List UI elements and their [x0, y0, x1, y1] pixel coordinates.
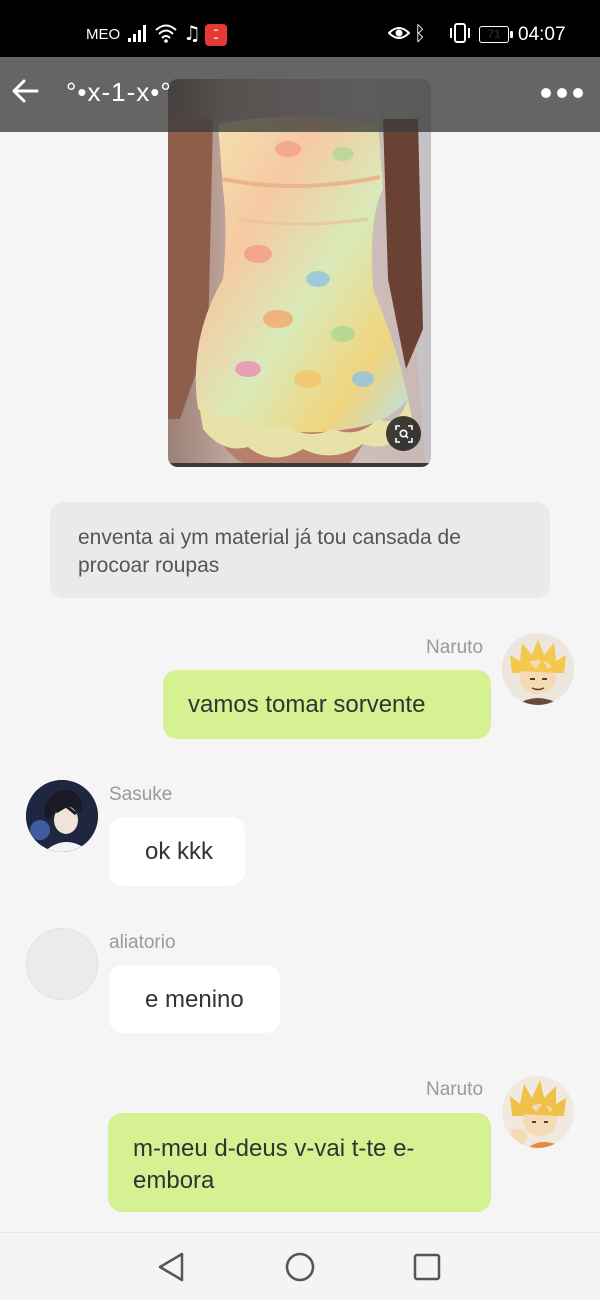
back-triangle-icon[interactable]: [157, 1251, 185, 1283]
sender-name[interactable]: aliatorio: [109, 932, 176, 954]
message-bubble-incoming[interactable]: ok kkk: [109, 817, 245, 886]
vibrate-icon: [450, 23, 470, 43]
message-bubble-outgoing[interactable]: m-meu d-deus v-vai t-te e-embora: [108, 1113, 491, 1212]
status-bar: MEO ♫ ▪▪ ▪▪ ᛒ 71 04:07: [0, 0, 600, 57]
message-bubble-outgoing[interactable]: vamos tomar sorvente: [163, 670, 491, 739]
chat-header: °•x-1-x•°: [0, 57, 600, 132]
sender-name[interactable]: Naruto: [426, 637, 483, 659]
naruto-avatar-icon: [502, 633, 574, 705]
home-circle-icon[interactable]: [285, 1251, 315, 1283]
wifi-icon: [155, 24, 177, 43]
image-message[interactable]: [168, 79, 431, 467]
music-note-icon: ♫: [183, 21, 201, 45]
recents-square-icon[interactable]: [413, 1251, 441, 1283]
arrow-left-icon[interactable]: [10, 76, 40, 106]
sender-name[interactable]: Sasuke: [109, 784, 172, 806]
signal-icon: [128, 25, 146, 42]
zoom-scan-icon[interactable]: [386, 416, 421, 451]
clock: 04:07: [518, 24, 566, 45]
naruto-avatar-icon: [502, 1076, 574, 1148]
sasuke-avatar-icon: [26, 780, 98, 852]
avatar[interactable]: [502, 1076, 574, 1148]
dress-photo: [168, 79, 431, 467]
sender-name[interactable]: Naruto: [426, 1079, 483, 1101]
eye-icon: [388, 27, 410, 39]
avatar[interactable]: [502, 633, 574, 705]
avatar[interactable]: [26, 928, 98, 1000]
system-nav-bar: [0, 1232, 600, 1300]
battery-icon: 71: [479, 26, 513, 43]
more-dots-icon[interactable]: [540, 87, 584, 99]
avatar[interactable]: [26, 780, 98, 852]
message-bubble-incoming[interactable]: e menino: [109, 965, 280, 1033]
manga-app-icon: ▪▪ ▪▪: [205, 24, 227, 46]
text-message-gray[interactable]: enventa ai ym material já tou cansada de…: [50, 502, 550, 598]
scan-glyph: [394, 424, 413, 443]
chat-title[interactable]: °•x-1-x•°: [66, 77, 172, 108]
bluetooth-icon: ᛒ: [414, 21, 426, 45]
carrier-label: MEO: [86, 26, 121, 43]
